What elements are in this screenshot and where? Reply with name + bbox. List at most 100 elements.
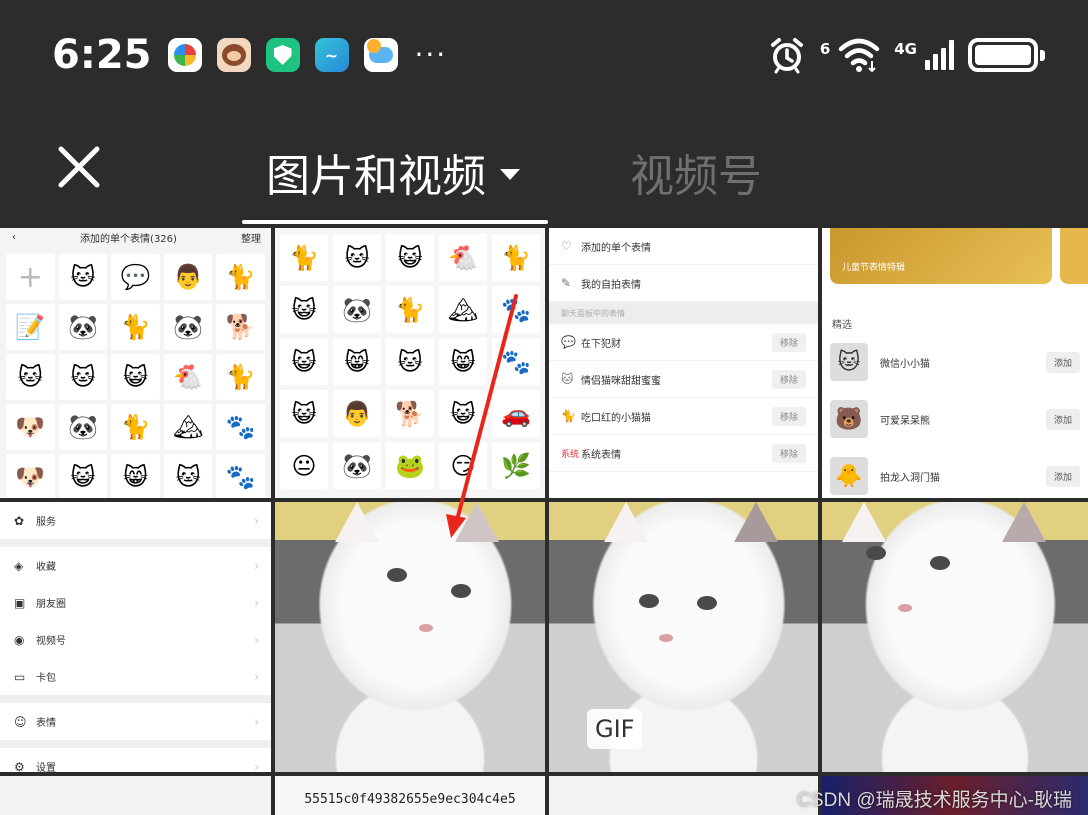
chevron-right-icon: ›: [254, 513, 259, 528]
list-item-label: 情侣猫咪甜甜蜜蜜: [581, 375, 661, 387]
sticker: 🐼: [58, 404, 108, 450]
cell-signal-icon: [925, 40, 954, 70]
cat-nose: [659, 634, 673, 642]
media-thumbnail[interactable]: 55515c0f49382655e9ec304c4e5: [275, 776, 545, 815]
sticker: 🐶: [6, 404, 55, 450]
more-notifications: ···: [414, 38, 448, 71]
list-item-label: 拍龙入洞门猫: [880, 472, 940, 484]
sticker: 🐱: [6, 354, 55, 400]
sticker: 🐾: [216, 404, 265, 450]
thumbnail-action: 整理: [241, 233, 261, 245]
media-thumbnail[interactable]: 🐈 🐱 😺 🐔 🐈 😺 🐼 🐈 🏔 🐾 😺 😸 🐱 😸 🐾 😺 👨 🐕 😺 🚗 😐 🐼 🐸 😏 🌿: [275, 228, 545, 498]
remove-button: 移除: [771, 332, 806, 352]
list-item: 🐈 吃口红的小猫猫 移除: [549, 398, 818, 435]
media-thumbnail[interactable]: [822, 502, 1088, 772]
media-thumbnail[interactable]: [549, 776, 818, 815]
sticker: 🐈: [492, 234, 540, 281]
divider: [0, 695, 271, 703]
remove-button: 移除: [771, 369, 806, 389]
media-thumbnail[interactable]: [275, 502, 545, 772]
menu-item-icon: ⚙: [14, 759, 25, 773]
sticker: 🐾: [492, 286, 540, 333]
cat-ear: [734, 502, 778, 542]
sticker: 📝: [6, 304, 55, 350]
sticker: 😺: [386, 234, 434, 281]
list-item-label: 我的自拍表情: [581, 279, 641, 291]
sticker: 🐈: [216, 354, 265, 400]
media-thumbnail[interactable]: ✿ 服务 › ◈ 收藏 › ▣ 朋友圈 › ◉ 视频号 › ▭ 卡包 › ☺ 表情 › ⚙ 设置 ›: [0, 502, 271, 772]
weather-app-icon: [363, 38, 398, 72]
media-thumbnail[interactable]: [0, 776, 271, 815]
chevron-right-icon: ›: [254, 714, 259, 729]
shield-app-icon: [265, 38, 300, 72]
cat-nose: [898, 604, 912, 612]
close-icon[interactable]: [56, 144, 102, 190]
tab-channels[interactable]: 视频号: [630, 140, 762, 204]
add-button: 添加: [1045, 465, 1080, 487]
media-grid: ‹ 添加的单个表情(326) 整理 + 🐱 💬 👨 🐈 📝 🐼 🐈 🐼 🐕 🐱 🐱 😺 🐔 🐈 🐶 🐼 🐈 🏔 🐾 🐶 😺…: [0, 228, 1088, 815]
cat-ear: [604, 502, 648, 542]
add-button: 添加: [1045, 408, 1080, 430]
cat-eye: [930, 556, 950, 570]
menu-item: ☺ 表情 ›: [0, 703, 271, 740]
sticker: 🐈: [111, 404, 160, 450]
cat-ear: [1002, 502, 1046, 542]
cat-ear: [842, 502, 886, 542]
sticker: 🐱: [163, 454, 213, 498]
chevron-right-icon: ›: [254, 595, 259, 610]
chevron-right-icon: ›: [254, 558, 259, 573]
list-item: 💬 在下犯财 移除: [549, 324, 818, 361]
list-item-label: 吃口红的小猫猫: [581, 412, 651, 424]
alarm-icon: [770, 38, 803, 74]
remove-button: 移除: [771, 443, 806, 463]
status-right: 6 4G: [768, 36, 1045, 74]
chevron-down-icon: [500, 168, 520, 180]
sticker: 😺: [111, 354, 160, 400]
banner-title: 儿童节表情特辑: [842, 263, 906, 273]
list-item: ♡ 添加的单个表情: [549, 228, 818, 265]
status-bar: 6:25 ~ ··· 6 4G: [0, 0, 1088, 110]
color-wheel-icon: [167, 38, 202, 72]
sticker-grid: 🐈 🐱 😺 🐔 🐈 😺 🐼 🐈 🏔 🐾 😺 😸 🐱 😸 🐾 😺 👨 🐕 😺 🚗 😐 🐼 🐸 😏 🌿: [275, 228, 545, 489]
media-thumbnail[interactable]: 儿童节表情特辑 精选 🐱 微信小小猫 添加 🐻 可爱呆呆熊 添加 🐥 拍龙入洞门猫 添加: [822, 228, 1088, 498]
menu-item-label: 设置: [36, 763, 56, 772]
sticker: 🐕: [216, 304, 265, 350]
avatar: 🐱: [830, 343, 868, 381]
cat-ear: [455, 502, 499, 542]
list-item: 🐱 微信小小猫 添加: [830, 340, 1080, 384]
menu-item: ◉ 视频号 ›: [0, 621, 271, 658]
sticker: 😺: [439, 390, 487, 437]
avatar: 🐥: [830, 457, 868, 495]
sticker: 🐾: [216, 454, 265, 498]
sticker: 🐼: [58, 304, 108, 350]
list-item-label: 可爱呆呆熊: [880, 415, 930, 427]
sticker: 🐼: [333, 442, 381, 489]
menu-item-icon: ▣: [14, 595, 26, 610]
menu-item: ▭ 卡包 ›: [0, 658, 271, 695]
list-item: 系统 系统表情 移除: [549, 435, 818, 472]
cat-eye: [866, 546, 886, 560]
sticker: 🐶: [6, 454, 55, 498]
tab-photos-and-videos[interactable]: 图片和视频: [266, 140, 520, 204]
media-thumbnail[interactable]: ♡ 添加的单个表情 ✎ 我的自拍表情 聊天面板中的表情 💬 在下犯财 移除 🐱 情侣猫咪…: [549, 228, 818, 498]
section-header: 精选: [832, 320, 852, 331]
list-item: 🐥 拍龙入洞门猫 添加: [830, 454, 1080, 498]
sticker: 🐱: [386, 338, 434, 385]
media-thumbnail[interactable]: ‹ 添加的单个表情(326) 整理 + 🐱 💬 👨 🐈 📝 🐼 🐈 🐼 🐕 🐱 🐱 😺 🐔 🐈 🐶 🐼 🐈 🏔 🐾 🐶 😺…: [0, 228, 271, 498]
sticker: 👨: [333, 390, 381, 437]
status-time: 6:25: [52, 32, 152, 78]
media-thumbnail[interactable]: GIF: [549, 502, 818, 772]
cat-eye: [639, 594, 659, 608]
cat-eye: [451, 584, 471, 598]
sticker-set-list: 💬 在下犯财 移除 🐱 情侣猫咪甜甜蜜蜜 移除 🐈 吃口红的小猫猫 移除 系统 系统表情 移除: [549, 324, 818, 472]
sticker: 🚗: [492, 390, 540, 437]
sticker-set-icon: 🐱: [561, 372, 574, 386]
wifi-icon: [839, 38, 880, 73]
sticker-grid: + 🐱 💬 👨 🐈 📝 🐼 🐈 🐼 🐕 🐱 🐱 😺 🐔 🐈 🐶 🐼 🐈 🏔 🐾 🐶 😺 😸 🐱 🐾: [0, 246, 271, 498]
cat-ear: [335, 502, 379, 542]
list-item: 🐱 情侣猫咪甜甜蜜蜜 移除: [549, 361, 818, 398]
thumbnail-text: 55515c0f49382655e9ec304c4e5: [304, 792, 516, 807]
sticker: 😺: [280, 286, 328, 333]
sticker: 👨: [163, 254, 213, 300]
sticker: 🐱: [58, 254, 108, 300]
